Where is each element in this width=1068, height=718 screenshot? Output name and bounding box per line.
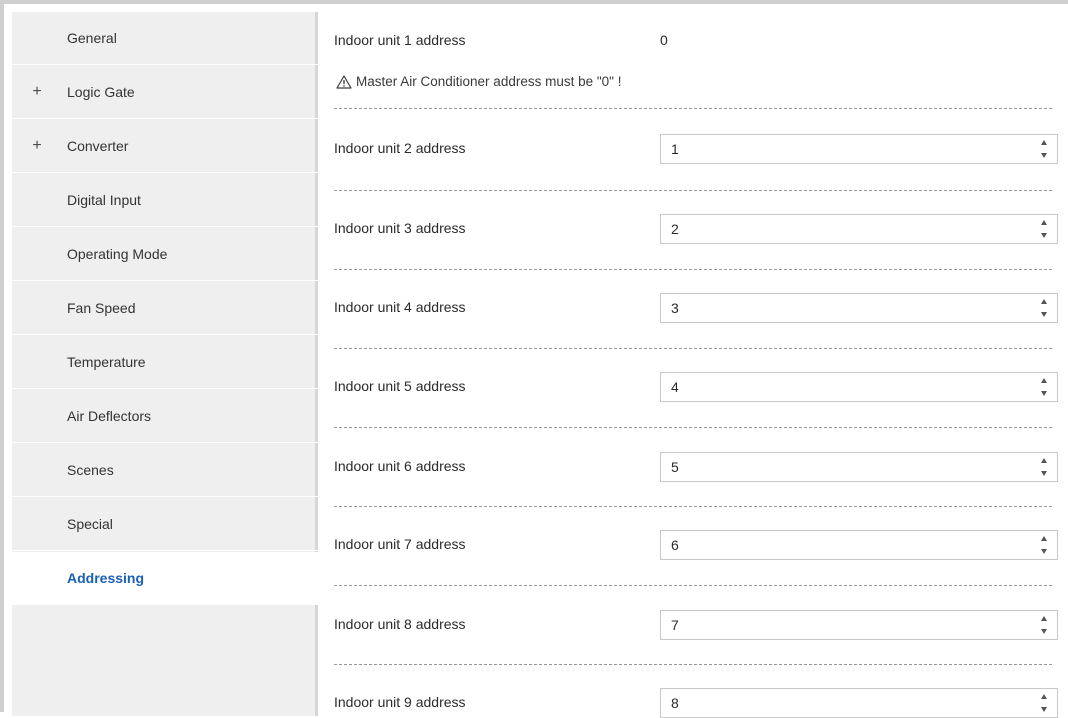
expand-plus-icon[interactable]: + bbox=[30, 137, 44, 155]
expand-plus-icon[interactable]: + bbox=[30, 83, 44, 101]
unit-1-value: 0 bbox=[660, 32, 668, 48]
divider bbox=[334, 108, 1052, 109]
spin-arrows bbox=[1039, 140, 1049, 158]
sidebar-item-label: Converter bbox=[67, 138, 129, 154]
unit-8-address-input[interactable] bbox=[661, 616, 1013, 634]
sidebar-item-digital-input[interactable]: Digital Input bbox=[12, 174, 318, 227]
unit-9-address-input[interactable] bbox=[661, 694, 1013, 712]
unit-4-label: Indoor unit 4 address bbox=[334, 299, 466, 315]
chevron-up-icon[interactable] bbox=[1041, 378, 1047, 383]
warning-text: Master Air Conditioner address must be "… bbox=[356, 74, 622, 89]
sidebar-item-label: Scenes bbox=[67, 462, 114, 478]
chevron-up-icon[interactable] bbox=[1041, 220, 1047, 225]
unit-1-label: Indoor unit 1 address bbox=[334, 32, 466, 48]
chevron-down-icon[interactable] bbox=[1041, 471, 1047, 476]
unit-6-address-input[interactable] bbox=[661, 458, 1013, 476]
sidebar-item-fan-speed[interactable]: Fan Speed bbox=[12, 282, 318, 335]
warning-triangle-icon bbox=[336, 74, 352, 89]
spin-arrows bbox=[1039, 694, 1049, 712]
chevron-up-icon[interactable] bbox=[1041, 536, 1047, 541]
spin-arrows bbox=[1039, 299, 1049, 317]
unit-8-address-stepper[interactable] bbox=[660, 610, 1058, 640]
divider bbox=[334, 506, 1052, 507]
sidebar-item-label: Special bbox=[67, 516, 113, 532]
chevron-down-icon[interactable] bbox=[1041, 233, 1047, 238]
spin-arrows bbox=[1039, 220, 1049, 238]
sidebar-item-operating-mode[interactable]: Operating Mode bbox=[12, 228, 318, 281]
sidebar-item-label: Operating Mode bbox=[67, 246, 168, 262]
spin-arrows bbox=[1039, 616, 1049, 634]
unit-5-address-stepper[interactable] bbox=[660, 372, 1058, 402]
spin-arrows bbox=[1039, 378, 1049, 396]
unit-2-label: Indoor unit 2 address bbox=[334, 140, 466, 156]
sidebar-item-air-deflectors[interactable]: Air Deflectors bbox=[12, 390, 318, 443]
unit-7-address-input[interactable] bbox=[661, 536, 1013, 554]
unit-5-label: Indoor unit 5 address bbox=[334, 378, 466, 394]
unit-2-address-stepper[interactable] bbox=[660, 134, 1058, 164]
sidebar-item-label: Temperature bbox=[67, 354, 146, 370]
chevron-down-icon[interactable] bbox=[1041, 153, 1047, 158]
unit-8-label: Indoor unit 8 address bbox=[334, 616, 466, 632]
sidebar-item-label: General bbox=[67, 30, 117, 46]
sidebar-item-temperature[interactable]: Temperature bbox=[12, 336, 318, 389]
spin-arrows bbox=[1039, 458, 1049, 476]
chevron-down-icon[interactable] bbox=[1041, 549, 1047, 554]
sidebar-item-label: Addressing bbox=[67, 570, 145, 586]
sidebar-item-label: Air Deflectors bbox=[67, 408, 152, 424]
chevron-up-icon[interactable] bbox=[1041, 616, 1047, 621]
unit-2-address-input[interactable] bbox=[661, 140, 1013, 158]
chevron-down-icon[interactable] bbox=[1041, 312, 1047, 317]
sidebar-item-label: Digital Input bbox=[67, 192, 141, 208]
unit-3-address-input[interactable] bbox=[661, 220, 1013, 238]
chevron-down-icon[interactable] bbox=[1041, 707, 1047, 712]
app-window: General + Logic Gate + Converter Digital… bbox=[0, 0, 1068, 718]
sidebar-item-label: Logic Gate bbox=[67, 84, 135, 100]
divider bbox=[334, 269, 1052, 270]
unit-6-label: Indoor unit 6 address bbox=[334, 458, 466, 474]
sidebar-item-label: Fan Speed bbox=[67, 300, 136, 316]
unit-3-label: Indoor unit 3 address bbox=[334, 220, 466, 236]
divider bbox=[334, 427, 1052, 428]
spin-arrows bbox=[1039, 536, 1049, 554]
sidebar-item-special[interactable]: Special bbox=[12, 498, 318, 551]
unit-3-address-stepper[interactable] bbox=[660, 214, 1058, 244]
sidebar-item-addressing[interactable]: Addressing bbox=[12, 552, 321, 605]
unit-7-label: Indoor unit 7 address bbox=[334, 536, 466, 552]
sidebar-item-converter[interactable]: + Converter bbox=[12, 120, 318, 173]
chevron-up-icon[interactable] bbox=[1041, 140, 1047, 145]
chevron-up-icon[interactable] bbox=[1041, 299, 1047, 304]
unit-7-address-stepper[interactable] bbox=[660, 530, 1058, 560]
unit-9-label: Indoor unit 9 address bbox=[334, 694, 466, 710]
divider bbox=[334, 190, 1052, 191]
unit-4-address-input[interactable] bbox=[661, 299, 1013, 317]
divider bbox=[334, 348, 1052, 349]
chevron-down-icon[interactable] bbox=[1041, 629, 1047, 634]
unit-9-address-stepper[interactable] bbox=[660, 688, 1058, 718]
sidebar: General + Logic Gate + Converter Digital… bbox=[12, 12, 321, 716]
divider bbox=[334, 664, 1052, 665]
chevron-up-icon[interactable] bbox=[1041, 458, 1047, 463]
unit-6-address-stepper[interactable] bbox=[660, 452, 1058, 482]
divider bbox=[334, 585, 1052, 586]
main-content: Indoor unit 1 address 0 Master Air Condi… bbox=[334, 12, 1058, 718]
unit-4-address-stepper[interactable] bbox=[660, 293, 1058, 323]
unit-5-address-input[interactable] bbox=[661, 378, 1013, 396]
chevron-up-icon[interactable] bbox=[1041, 694, 1047, 699]
sidebar-item-general[interactable]: General bbox=[12, 12, 318, 65]
sidebar-item-scenes[interactable]: Scenes bbox=[12, 444, 318, 497]
master-address-warning: Master Air Conditioner address must be "… bbox=[336, 74, 621, 89]
sidebar-item-logic-gate[interactable]: + Logic Gate bbox=[12, 66, 318, 119]
chevron-down-icon[interactable] bbox=[1041, 391, 1047, 396]
